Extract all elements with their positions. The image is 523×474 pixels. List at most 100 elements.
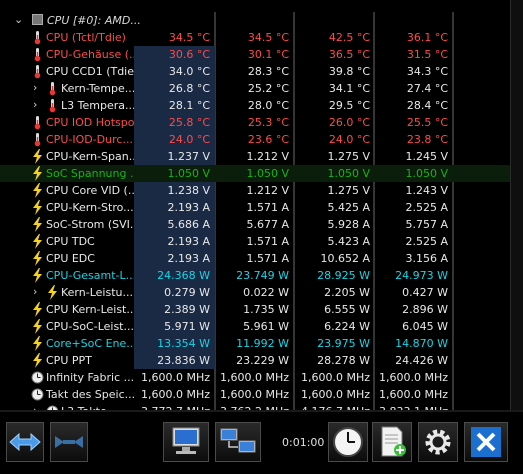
sensor-label: CPU-Gesamt-L... [46,269,134,282]
chevron-right-icon[interactable]: › [33,81,37,94]
sensor-name-cell: CPU-Gehäuse (... [0,46,134,63]
settings-button[interactable] [418,422,458,462]
sensor-group-header[interactable]: ⌄ CPU [#0]: AMD... [0,12,510,29]
min-value: 1.212 V [246,184,289,197]
sensor-row[interactable]: CPU-SoC-Leist... 5.971 W 5.961 W 6.224 W 6.0… [0,318,510,335]
lightning-icon [33,200,42,215]
average-value: 25.5 °C [406,116,448,129]
chevron-right-icon[interactable]: › [33,98,37,111]
sensor-row[interactable]: CPU-Gesamt-L... 24.368 W 23.749 W 28.925 W 2… [0,267,510,284]
min-value: 1.735 W [243,303,289,316]
clock-icon [31,371,44,384]
average-value: 2.525 A [405,201,448,214]
sensor-row[interactable]: CPU Core VID (... 1.238 V 1.212 V 1.275 V 1.… [0,182,510,199]
current-value: 1.238 V [167,184,210,197]
sensor-name-cell: SoC-Strom (SVI... [0,216,134,233]
min-value: 28.0 °C [247,99,289,112]
chevron-right-icon[interactable]: › [33,285,37,298]
sensor-label: CPU-Kern-Stro... [46,201,134,214]
sensor-row[interactable]: CPU TDC 2.193 A 1.571 A 5.423 A 2.525 A [0,233,510,250]
max-value: 1.050 V [327,167,370,180]
sensor-name-cell: CPU-IOD-Durc... [0,131,134,148]
network-computers-icon [220,428,256,453]
sensor-row[interactable]: CPU EDC 2.193 A 1.571 A 10.652 A 3.156 A [0,250,510,267]
sensor-row[interactable]: Core+SoC Ene... 13.354 W 11.992 W 23.975 W 1… [0,335,510,352]
network-button[interactable] [215,422,261,462]
average-value: 1.243 V [405,184,448,197]
min-value: 11.992 W [236,337,289,350]
close-icon [471,427,501,457]
sensor-row[interactable]: SoC Spannung ... 1.050 V 1.050 V 1.050 V 1.0… [0,165,510,182]
lightning-icon [33,217,42,232]
sensor-row[interactable]: Takt des Speic... 1,600.0 MHz 1,600.0 MHz 1… [0,386,510,403]
sensor-row[interactable]: CPU CCD1 (Tdie) 34.0 °C 28.3 °C 39.8 °C 34.3… [0,63,510,80]
add-log-button[interactable] [372,422,412,462]
sensor-label: CPU PPT [46,354,92,367]
sensor-label: SoC-Strom (SVI... [46,218,134,231]
sensor-row[interactable]: CPU Kern-Leist... 2.389 W 1.735 W 6.555 W 2.… [0,301,510,318]
vertical-scrollbar[interactable] [510,0,523,410]
sensor-label: CPU-IOD-Durc... [46,133,133,146]
network-monitor-button[interactable] [163,422,209,462]
navigate-left-right-button[interactable] [6,422,44,462]
logging-timer: 0:01:00 [282,436,325,449]
max-value: 24.0 °C [328,133,370,146]
max-value: 1,600.0 MHz [300,371,370,384]
max-value: 10.652 A [320,252,370,265]
min-value: 30.1 °C [247,48,289,61]
max-value: 2.205 W [324,286,370,299]
max-value: 36.5 °C [328,48,370,61]
max-value: 6.555 W [324,303,370,316]
sensor-row[interactable]: › Kern-Tempe... 26.8 °C 25.2 °C 34.1 °C 27.4 … [0,80,510,97]
min-value: 34.5 °C [247,31,289,44]
average-value: 14.870 W [395,337,448,350]
lightning-icon [33,149,42,164]
current-value: 5.686 A [167,218,210,231]
sensor-row[interactable]: › L3 Tempera... 28.1 °C 28.0 °C 29.5 °C 28.4 … [0,97,510,114]
lightning-icon [33,319,42,334]
sensor-row[interactable]: CPU PPT 23.836 W 23.229 W 28.278 W 24.426 W [0,352,510,369]
navigate-columns-button[interactable] [50,422,88,462]
sensor-label: Core+SoC Ene... [46,337,134,350]
current-value: 24.368 W [157,269,210,282]
thermometer-icon [34,48,41,62]
sensor-row[interactable]: CPU-Kern-Span... 1.237 V 1.212 V 1.275 V 1.2… [0,148,510,165]
chevron-down-icon[interactable]: ⌄ [14,13,23,26]
sensor-name-cell: CPU-Kern-Stro... [0,199,134,216]
sensor-row[interactable]: SoC-Strom (SVI... 5.686 A 5.677 A 5.928 A 5.… [0,216,510,233]
max-value: 26.0 °C [328,116,370,129]
average-value: 1.050 V [405,167,448,180]
average-value: 6.045 W [402,320,448,333]
sensor-label: Kern-Tempe... [61,82,134,95]
min-value: 1,600.0 MHz [219,371,289,384]
close-button[interactable] [464,422,508,462]
current-value: 24.0 °C [168,133,210,146]
sensor-row[interactable]: CPU IOD Hotspot 25.8 °C 25.3 °C 26.0 °C 25.5… [0,114,510,131]
average-value: 1,600.0 MHz [378,371,448,384]
min-value: 1.571 A [246,235,289,248]
current-value: 26.8 °C [168,82,210,95]
sensor-name-cell: CPU EDC [0,250,134,267]
max-value: 1.275 V [327,150,370,163]
sensor-row[interactable]: Infinity Fabric ... 1,600.0 MHz 1,600.0 MH… [0,369,510,386]
current-value: 2.389 W [164,303,210,316]
max-value: 23.975 W [317,337,370,350]
sensor-label: Kern-Leistu... [61,286,133,299]
sensor-label: CPU (Tctl/Tdie) [46,31,126,44]
sensor-row[interactable]: CPU-Gehäuse (... 30.6 °C 30.1 °C 36.5 °C 31.… [0,46,510,63]
sensor-row[interactable]: CPU-Kern-Stro... 2.193 A 1.571 A 5.425 A 2.5… [0,199,510,216]
max-value: 6.224 W [324,320,370,333]
clock-icon [31,388,44,401]
clock-button[interactable] [328,422,368,462]
sensor-row[interactable]: CPU (Tctl/Tdie) 34.5 °C 34.5 °C 42.5 °C 36.1… [0,29,510,46]
average-value: 34.3 °C [406,65,448,78]
sensor-row[interactable]: ›L3 Takte3,772.7 MHz3,762.2 MHz4,176.7 M… [0,403,510,410]
min-value: 0.022 W [243,286,289,299]
average-value: 3.156 A [405,252,448,265]
sensor-row[interactable]: CPU-IOD-Durc... 24.0 °C 23.6 °C 24.0 °C 23.8… [0,131,510,148]
sensor-name-cell: Takt des Speic... [0,386,134,403]
sensor-row[interactable]: › Kern-Leistu... 0.279 W 0.022 W 2.205 W 0.42… [0,284,510,301]
average-value: 1,600.0 MHz [378,388,448,401]
new-document-icon [381,426,406,457]
sensor-name-cell: CPU PPT [0,352,134,369]
